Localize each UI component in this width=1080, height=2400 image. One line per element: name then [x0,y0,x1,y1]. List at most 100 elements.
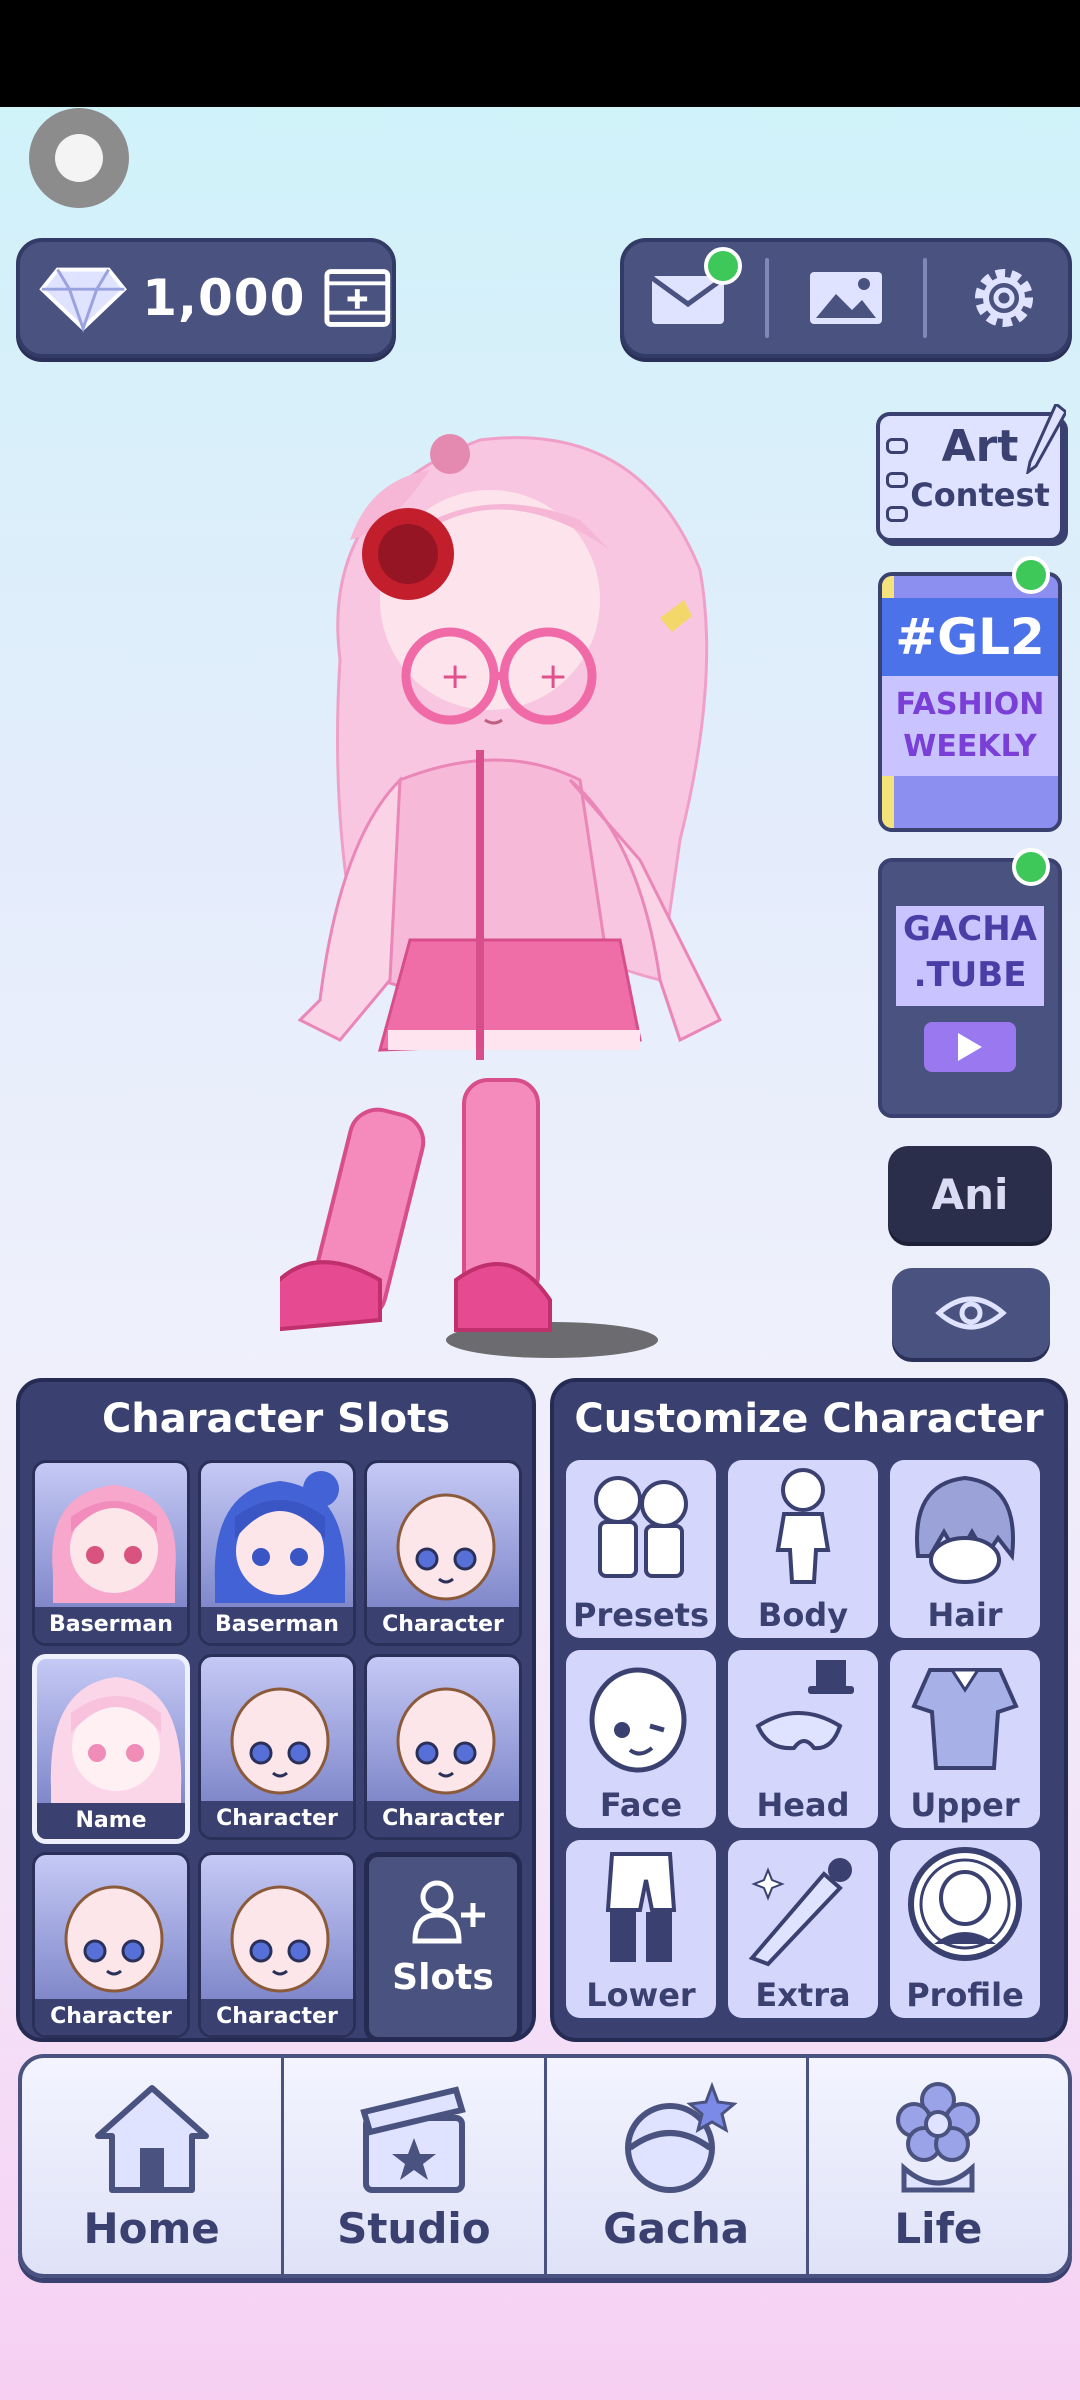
lower-icon [605,1852,677,1962]
character-slot[interactable]: Character [364,1654,522,1840]
character-slots-panel: Character Slots Baserman Baserman Charac… [16,1378,536,2042]
character-preview[interactable]: + + [280,420,780,1360]
character-portrait [52,1485,176,1603]
binder-ring [886,472,908,488]
slot-label: Baserman [201,1607,353,1643]
notification-dot [703,247,742,285]
character-slot-selected[interactable]: Name [32,1654,190,1844]
extra-button[interactable]: Extra [728,1840,878,2018]
gallery-button[interactable] [796,253,896,343]
character-slots-grid: Baserman Baserman Character Name Charact… [32,1460,522,2042]
gacha-tube-line1: GACHA [903,909,1037,949]
diamond-icon [39,267,127,333]
gacha-tube-line2: .TUBE [913,955,1027,995]
house-icon [94,2085,209,2193]
status-bar [0,0,1080,107]
slot-label: Character [367,1801,519,1837]
nav-life[interactable]: Life [805,2058,1068,2274]
bottom-navigation: Home Studio Gacha Life [18,2054,1072,2278]
gacha-tube-card[interactable]: GACHA .TUBE [878,858,1062,1118]
upper-button[interactable]: Upper [890,1650,1040,1828]
gear-icon [975,269,1034,327]
head-button[interactable]: Head [728,1650,878,1828]
presets-button[interactable]: Presets [566,1460,716,1638]
camera-cutout [29,108,129,208]
weekly-label: WEEKLY [903,729,1037,764]
nav-home-label: Home [83,2204,220,2253]
nav-gacha[interactable]: Gacha [543,2058,806,2274]
art-contest-card[interactable]: Art Contest [876,404,1066,542]
nav-home[interactable]: Home [22,2058,281,2274]
fashion-label: FASHION [895,687,1045,722]
gacha-icon [625,2081,738,2193]
character-slots-title: Character Slots [101,1396,451,1442]
nav-gacha-label: Gacha [603,2204,750,2253]
head-icon [755,1660,854,1751]
bald-character-portrait [64,1885,164,1993]
mail-button[interactable] [638,247,742,343]
fashion-card-title: #GL2 [882,598,1058,676]
currency-amount: 1,000 [142,269,306,327]
gallery-icon [809,272,882,324]
customize-character-panel: Customize Character Presets Body Hair Fa… [550,1378,1068,2042]
flower-icon [896,2082,981,2193]
fashion-weekly-card[interactable]: #GL2 FASHION WEEKLY [878,572,1062,832]
bald-character-portrait [396,1687,496,1795]
fashion-card-subtitle: FASHION WEEKLY [882,676,1058,776]
character-slot[interactable]: Character [198,1654,356,1840]
visibility-toggle-button[interactable] [892,1268,1050,1358]
hair-button[interactable]: Hair [890,1460,1040,1638]
face-button[interactable]: Face [566,1650,716,1828]
slot-label: Name [37,1803,185,1839]
face-label: Face [599,1786,683,1824]
customize-grid: Presets Body Hair Face Head Upper Lower … [566,1460,1040,2018]
body-button[interactable]: Body [728,1460,878,1638]
bald-character-portrait [230,1687,330,1795]
divider [923,258,928,338]
face-icon [589,1667,687,1773]
slot-label: Character [201,1801,353,1837]
add-slots-label: Slots [392,1957,494,1998]
body-icon [775,1468,831,1584]
bald-character-portrait [230,1885,330,1993]
head-label: Head [756,1786,850,1824]
add-currency-icon[interactable] [323,263,392,333]
nav-studio[interactable]: Studio [281,2058,543,2274]
notification-dot [1012,556,1050,594]
profile-button[interactable]: Profile [890,1840,1040,2018]
character-portrait [50,1677,182,1809]
extra-label: Extra [755,1976,851,2014]
slot-label: Baserman [35,1607,187,1643]
bald-character-portrait [396,1493,496,1601]
character-slot[interactable]: Character [198,1852,356,2038]
currency-panel: 1,000 [16,238,396,358]
eye-icon [935,1296,1007,1330]
slot-label: Character [201,1999,353,2035]
ani-button[interactable]: Ani [888,1146,1052,1242]
character-slot[interactable]: Character [32,1852,190,2038]
lower-label: Lower [586,1976,696,2014]
profile-icon [908,1847,1022,1961]
hair-label: Hair [927,1596,1003,1634]
pencil-icon [1026,404,1066,474]
slot-label: Character [367,1607,519,1643]
add-slots-button[interactable]: Slots [364,1852,522,2042]
settings-button[interactable] [954,253,1054,343]
top-toolbar [620,238,1072,358]
customize-character-title: Customize Character [574,1396,1044,1442]
hair-icon [915,1475,1015,1584]
extra-icon [748,1858,852,1967]
art-contest-subtitle: Contest [910,476,1050,514]
binder-ring [886,506,908,522]
slot-label: Character [35,1999,187,2035]
presets-icon [594,1476,688,1578]
gacha-tube-screen: GACHA .TUBE [896,906,1044,1006]
body-label: Body [757,1596,849,1634]
nav-studio-label: Studio [337,2204,491,2253]
add-user-icon [412,1880,485,1944]
character-slot[interactable]: Baserman [198,1460,356,1646]
presets-label: Presets [572,1596,710,1634]
character-slot[interactable]: Character [364,1460,522,1646]
lower-button[interactable]: Lower [566,1840,716,2018]
character-slot[interactable]: Baserman [32,1460,190,1646]
